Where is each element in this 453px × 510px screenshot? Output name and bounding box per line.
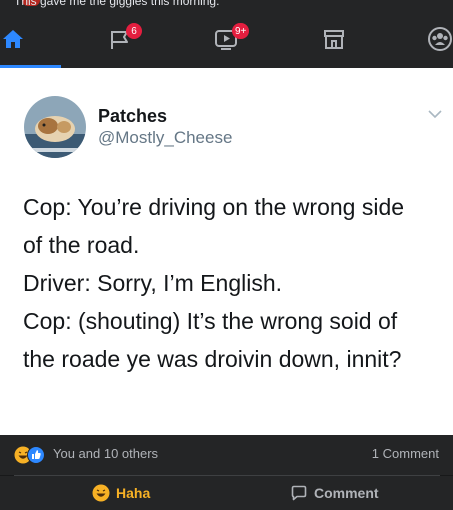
avatar (24, 96, 86, 158)
store-icon (324, 30, 344, 49)
reactions-summary[interactable]: You and 10 others (53, 446, 158, 461)
tweet-line: of the road. (23, 232, 140, 258)
home-icon (3, 30, 23, 48)
post-caption: This gave me the giggles this morning: (14, 0, 220, 8)
tab-pages[interactable] (100, 10, 140, 68)
comment-icon (291, 485, 307, 501)
tweet-line: the roade ye was droivin down, innit? (23, 346, 402, 372)
haha-icon (92, 484, 110, 502)
tweet-line: Cop: You’re driving on the wrong side (23, 194, 405, 220)
post-stats-bar: You and 10 others 1 Comment (0, 435, 453, 475)
haha-label: Haha (116, 485, 151, 501)
tab-marketplace[interactable] (314, 10, 354, 68)
pages-badge: 6 (126, 23, 142, 39)
tweet-text: Cop: You’re driving on the wrong side of… (23, 188, 443, 378)
tweet-line: Cop: (shouting) It’s the wrong soid of (23, 308, 398, 334)
chevron-down-icon (428, 110, 442, 119)
haha-button[interactable]: Haha (92, 483, 150, 503)
comment-button[interactable]: Comment (290, 483, 379, 503)
top-navigation-bar: 6 9+ (0, 10, 453, 68)
tab-groups[interactable] (420, 10, 453, 68)
tweet-author-name: Patches (98, 106, 168, 126)
groups-icon (428, 27, 452, 51)
previous-post-strip: This gave me the giggles this morning: (0, 0, 453, 10)
comment-label: Comment (314, 485, 379, 501)
tweet-line: Driver: Sorry, I’m English. (23, 270, 283, 296)
tab-home[interactable] (0, 10, 26, 68)
watch-badge: 9+ (232, 23, 250, 39)
post-actions-bar: Haha Comment (0, 476, 453, 510)
tweet-screenshot-image[interactable]: Patches @Mostly_Cheese Cop: You’re drivi… (0, 68, 453, 435)
tab-watch[interactable] (206, 10, 246, 68)
comments-count[interactable]: 1 Comment (372, 446, 439, 461)
like-reaction-icon (27, 446, 45, 464)
tweet-author-handle: @Mostly_Cheese (98, 128, 233, 147)
reaction-icons[interactable] (14, 446, 48, 464)
